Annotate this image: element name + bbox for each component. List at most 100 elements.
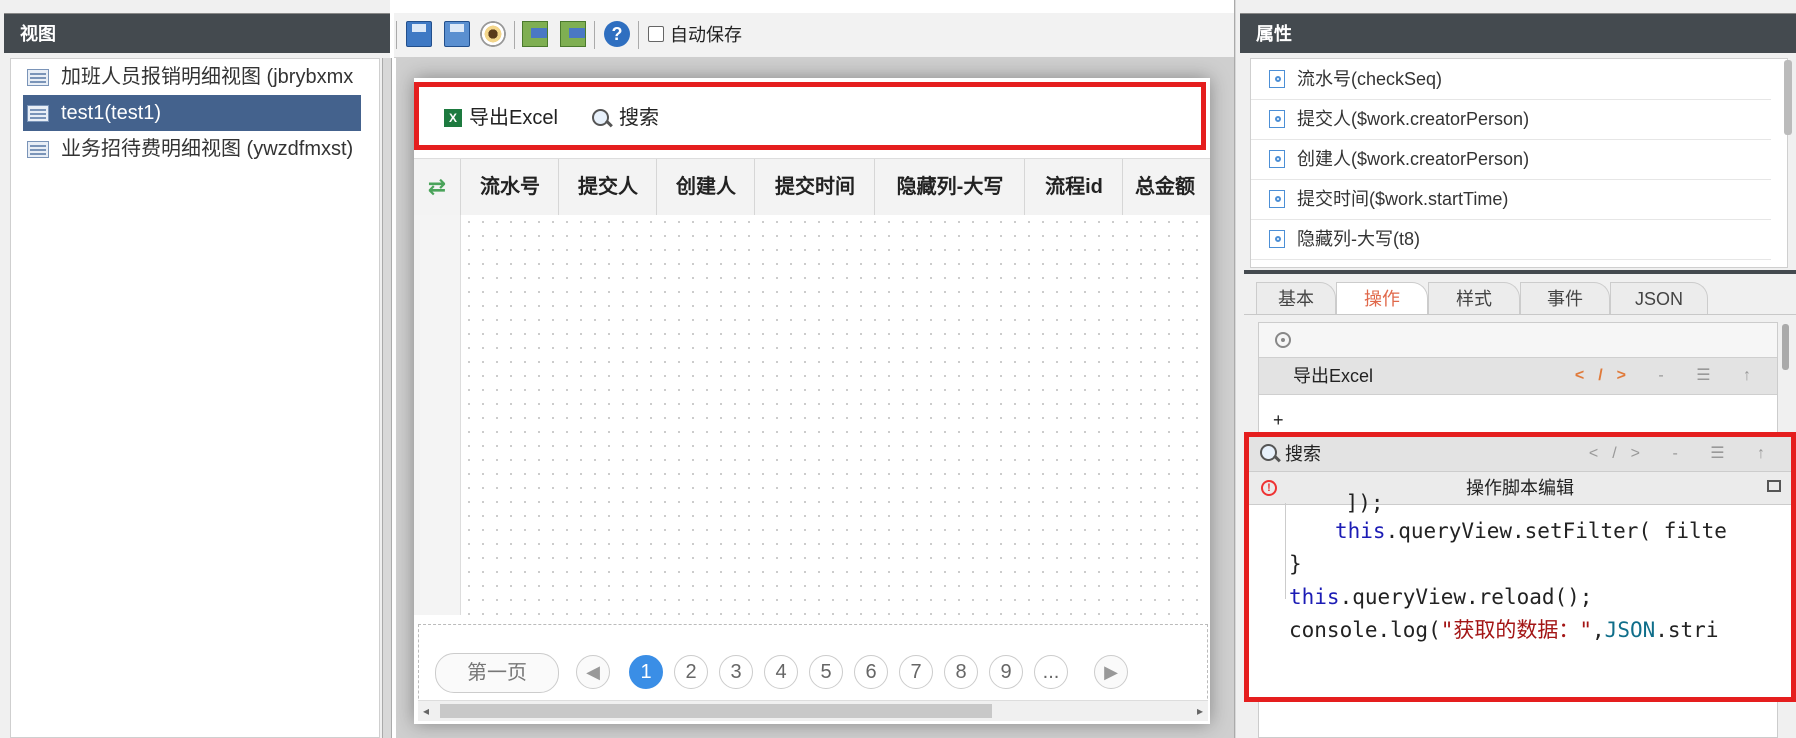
search-script-section: 搜索 </> - ☰ ↑ ! 操作脚本编辑 ]); this.queryView… <box>1244 432 1796 702</box>
grid-body <box>414 215 1210 615</box>
field-list: 流水号(checkSeq) 提交人($work.creatorPerson) 创… <box>1250 58 1788 268</box>
tree-item-test1[interactable]: test1(test1) <box>23 95 361 131</box>
tab-style[interactable]: 样式 <box>1428 282 1520 314</box>
tab-basic[interactable]: 基本 <box>1256 282 1336 314</box>
field-icon <box>1269 150 1285 168</box>
code-line: } <box>1289 552 1302 576</box>
column-header-hidden-uppercase[interactable]: 隐藏列-大写 <box>874 159 1025 215</box>
page-button[interactable]: 2 <box>674 655 708 689</box>
tree-item-label: test1(test1) <box>61 102 162 124</box>
field-icon <box>1269 110 1285 128</box>
toolbar-separator <box>594 21 595 49</box>
field-item[interactable]: 隐藏列-大写(t8) <box>1251 219 1771 260</box>
field-icon <box>1269 70 1285 88</box>
toolbar-separator <box>638 21 639 49</box>
operation-item-search[interactable]: 搜索 </> - ☰ ↑ <box>1249 437 1791 471</box>
action-bar: X 导出Excel 搜索 <box>414 82 1206 150</box>
page-button[interactable]: 1 <box>629 655 663 689</box>
code-text: .queryView.setFilter( filte <box>1385 519 1727 543</box>
row-number-gutter <box>414 215 461 615</box>
column-header-checkseq[interactable]: 流水号 <box>460 159 559 215</box>
field-list-scroll-thumb[interactable] <box>1784 60 1792 135</box>
code-object: JSON <box>1604 618 1656 642</box>
tab-events[interactable]: 事件 <box>1520 282 1610 314</box>
page-button[interactable]: 4 <box>764 655 798 689</box>
field-label: 隐藏列-大写(t8) <box>1297 229 1420 249</box>
table-view-icon <box>27 141 49 158</box>
preview-icon[interactable] <box>480 21 506 47</box>
column-header-submit-time[interactable]: 提交时间 <box>754 159 875 215</box>
tab-operations[interactable]: 操作 <box>1336 282 1428 314</box>
save-icon[interactable] <box>406 21 432 47</box>
column-header-creator[interactable]: 创建人 <box>656 159 755 215</box>
scroll-left-icon[interactable]: ◂ <box>420 703 432 719</box>
table-view-icon <box>27 105 49 122</box>
table-view-icon <box>27 69 49 86</box>
code-text: console.log( <box>1289 618 1441 642</box>
column-header-submitter[interactable]: 提交人 <box>558 159 657 215</box>
tab-json[interactable]: JSON <box>1610 282 1708 314</box>
horizontal-scroll-thumb[interactable] <box>440 704 992 718</box>
page-button[interactable]: 6 <box>854 655 888 689</box>
field-item[interactable]: 创建人($work.creatorPerson) <box>1251 139 1771 180</box>
tree-item-jbrybxmx[interactable]: 加班人员报销明细视图 (jbrybxmx <box>21 59 379 95</box>
search-icon <box>1259 443 1281 465</box>
left-splitter[interactable] <box>382 58 392 738</box>
grid-data-area <box>462 215 1210 615</box>
excel-icon: X <box>444 109 462 127</box>
field-label: 流水号(checkSeq) <box>1297 69 1443 89</box>
page-button[interactable]: 9 <box>989 655 1023 689</box>
export-excel-label: 导出Excel <box>469 107 558 129</box>
prev-page-icon[interactable]: ◀ <box>576 655 610 689</box>
code-keyword: this <box>1335 519 1386 543</box>
export-icon[interactable] <box>560 21 586 47</box>
code-line: this.queryView.setFilter( filte <box>1335 515 1727 548</box>
field-item[interactable]: 流水号(checkSeq) <box>1251 59 1771 100</box>
first-page-button[interactable]: 第一页 <box>435 653 559 693</box>
field-item[interactable]: 提交时间($work.startTime) <box>1251 179 1771 220</box>
autosave-checkbox[interactable] <box>648 26 664 42</box>
operations-scroll-thumb[interactable] <box>1782 324 1789 370</box>
code-keyword: this <box>1289 585 1340 609</box>
operation-label: 搜索 <box>1285 444 1321 464</box>
warning-icon: ! <box>1261 480 1277 496</box>
next-page-icon[interactable]: ▶ <box>1094 655 1128 689</box>
script-code-editor[interactable]: ]); this.queryView.setFilter( filte } th… <box>1249 491 1791 697</box>
field-label: 提交时间($work.startTime) <box>1297 189 1509 209</box>
column-header-total-amount[interactable]: 总金额 <box>1122 159 1210 215</box>
scroll-right-icon[interactable]: ▸ <box>1194 703 1206 719</box>
save-as-icon[interactable] <box>444 21 470 47</box>
page-button[interactable]: 8 <box>944 655 978 689</box>
panel-divider <box>1244 270 1796 274</box>
code-line: console.log("获取的数据：",JSON.stri <box>1289 614 1718 647</box>
field-icon <box>1269 190 1285 208</box>
indent-guide <box>1285 503 1286 599</box>
property-tabs: 基本 操作 样式 事件 JSON <box>1244 276 1796 315</box>
operation-actions[interactable]: </> - ☰ ↑ <box>1575 358 1765 394</box>
script-editor-title-text: 操作脚本编辑 <box>1466 478 1574 498</box>
page-button[interactable]: 5 <box>809 655 843 689</box>
tree-item-ywzdfmxst[interactable]: 业务招待费明细视图 (ywzdfmxst) <box>21 131 379 167</box>
page-button[interactable]: 7 <box>899 655 933 689</box>
column-header-process-id[interactable]: 流程id <box>1024 159 1123 215</box>
field-icon <box>1269 230 1285 248</box>
refresh-icon[interactable]: ⇄ <box>414 159 460 215</box>
horizontal-scrollbar[interactable]: ◂ ▸ <box>418 700 1208 721</box>
import-icon[interactable] <box>522 21 548 47</box>
code-string: "获取的数据：" <box>1440 618 1593 642</box>
maximize-icon[interactable] <box>1767 480 1781 492</box>
help-icon[interactable]: ? <box>604 21 630 47</box>
field-label: 提交人($work.creatorPerson) <box>1297 109 1530 129</box>
operation-item-export[interactable]: 导出Excel </> - ☰ ↑ <box>1259 357 1777 395</box>
page-button[interactable]: 3 <box>719 655 753 689</box>
code-text: .queryView.reload(); <box>1339 585 1593 609</box>
operation-actions[interactable]: </> - ☰ ↑ <box>1589 437 1779 471</box>
tree-item-label: 加班人员报销明细视图 (jbrybxmx <box>61 66 354 88</box>
code-icon[interactable]: </> <box>1575 367 1640 384</box>
history-icon[interactable] <box>1275 332 1291 348</box>
search-label: 搜索 <box>619 107 659 129</box>
field-item[interactable]: 提交人($work.creatorPerson) <box>1251 99 1771 140</box>
tree-item-label: 业务招待费明细视图 (ywzdfmxst) <box>61 138 354 160</box>
page-ellipsis[interactable]: ... <box>1034 655 1068 689</box>
code-text: .stri <box>1655 618 1719 642</box>
